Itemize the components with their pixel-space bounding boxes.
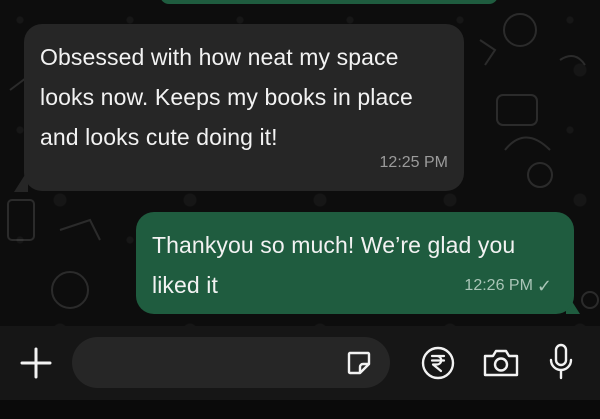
message-input[interactable] [72,337,390,388]
outgoing-message-time: 12:26 PM [464,277,533,294]
incoming-message[interactable]: Obsessed with how neat my space looks no… [24,24,464,191]
outgoing-message[interactable]: Thankyou so much! We’re glad you liked i… [136,212,574,314]
previous-message-bubble [160,0,498,4]
incoming-message-time: 12:25 PM [379,154,448,171]
outgoing-message-meta: 12:26 PM ✓ [464,266,552,306]
camera-icon[interactable] [482,348,520,378]
sent-check-icon: ✓ [536,276,552,296]
microphone-icon[interactable] [548,343,574,381]
rupee-icon[interactable] [421,346,455,380]
plus-icon[interactable] [18,345,54,381]
incoming-message-text: Obsessed with how neat my space looks no… [40,44,413,150]
sticker-icon[interactable] [346,350,372,376]
chat-area[interactable]: Obsessed with how neat my space looks no… [0,0,600,326]
home-indicator-area [0,400,600,419]
